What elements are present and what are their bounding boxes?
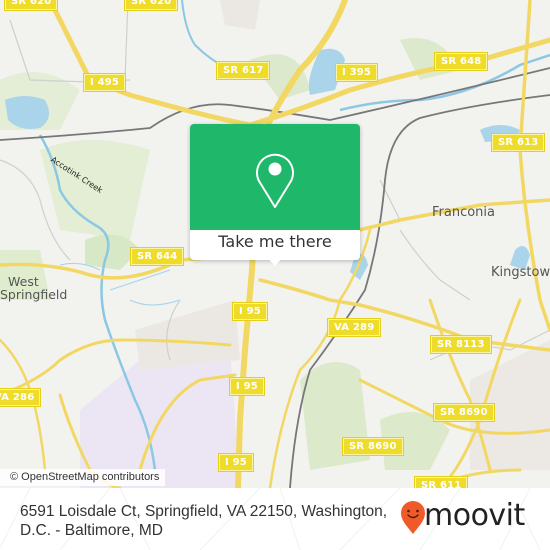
map-attribution[interactable]: © OpenStreetMap contributors: [0, 469, 166, 486]
route-shield-sr-644: SR 644: [129, 247, 185, 266]
route-shield-sr-8690: SR 8690: [433, 403, 495, 422]
map[interactable]: SR 620 SR 620 I 495 SR 617 I 395 SR 648 …: [0, 0, 550, 488]
route-shield-sr-617: SR 617: [215, 61, 271, 80]
take-me-there-button[interactable]: Take me there: [190, 232, 360, 251]
moovit-wordmark: moovit: [424, 498, 525, 533]
route-shield-i-95: I 95: [232, 302, 268, 321]
footer: 6591 Loisdale Ct, Springfield, VA 22150,…: [0, 488, 550, 550]
route-shield-i-395: I 395: [334, 63, 379, 82]
place-label-kingstowne: Kingstow: [491, 265, 550, 280]
popup-header: [190, 124, 360, 230]
route-shield-sr-8113: SR 8113: [430, 335, 492, 354]
popup-pointer: [266, 256, 284, 266]
route-shield-i-495: I 495: [82, 73, 127, 92]
place-label-franconia: Franconia: [432, 205, 496, 220]
route-shield-sr-8690: SR 8690: [342, 437, 404, 456]
developed-area: [220, 0, 260, 30]
route-shield-va-289: VA 289: [326, 318, 382, 337]
developed-area: [135, 300, 240, 370]
place-label-west-springfield: West Springfield: [0, 275, 67, 301]
address-text: 6591 Loisdale Ct, Springfield, VA 22150,…: [20, 503, 388, 539]
route-shield-sr-611: SR 611: [413, 476, 469, 488]
destination-popup[interactable]: Take me there: [190, 124, 360, 266]
route-shield-i-95: I 95: [229, 377, 265, 396]
route-shield-sr-648: SR 648: [433, 52, 489, 71]
route-shield-i-95: I 95: [218, 453, 254, 472]
route-shield-sr-620: SR 620: [3, 0, 59, 11]
moovit-logo[interactable]: moovit: [400, 498, 525, 539]
place-label-line: Springfield: [0, 287, 68, 302]
route-shield-sr-620: SR 620: [123, 0, 179, 11]
moovit-logo-icon: [401, 501, 425, 534]
map-pin-icon: [256, 153, 294, 208]
route-shield-va-286: VA 286: [0, 388, 42, 407]
route-shield-sr-613: SR 613: [490, 133, 546, 152]
